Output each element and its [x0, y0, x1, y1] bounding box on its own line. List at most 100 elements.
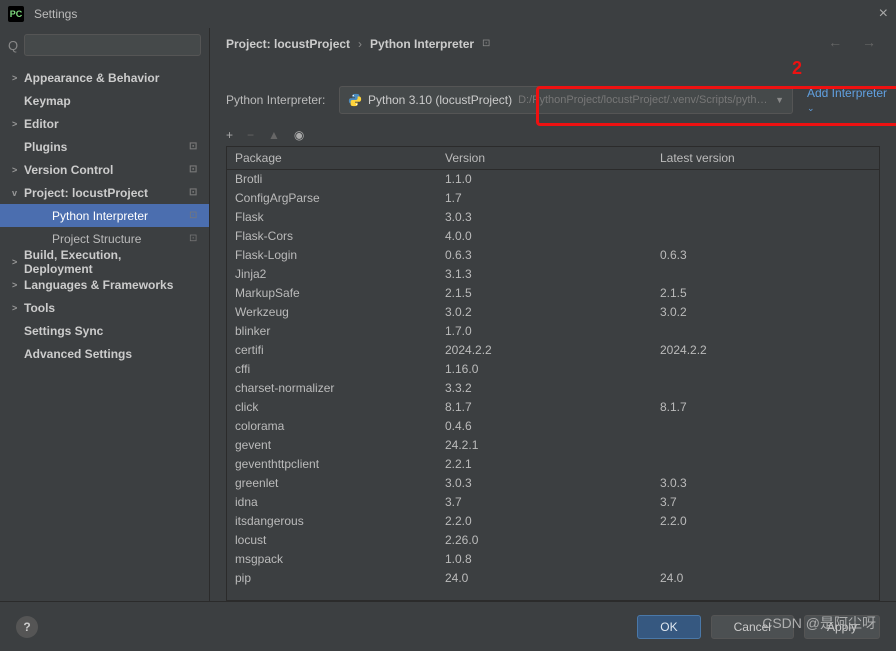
table-row[interactable]: Flask-Login0.6.30.6.3: [227, 246, 879, 265]
dialog-footer: ? OK Cancel Apply: [0, 601, 896, 651]
pkg-name: msgpack: [227, 552, 437, 566]
remove-package-icon[interactable]: −: [247, 128, 254, 142]
sidebar-item-12[interactable]: Advanced Settings: [0, 342, 209, 365]
table-row[interactable]: greenlet3.0.33.0.3: [227, 474, 879, 493]
search-input[interactable]: [24, 34, 201, 56]
table-row[interactable]: MarkupSafe2.1.52.1.5: [227, 284, 879, 303]
sidebar-item-label: Keymap: [24, 94, 189, 108]
sidebar-item-8[interactable]: >Build, Execution, Deployment: [0, 250, 209, 273]
sidebar-item-5[interactable]: vProject: locustProject⊡: [0, 181, 209, 204]
table-row[interactable]: itsdangerous2.2.02.2.0: [227, 512, 879, 531]
pkg-version: 2024.2.2: [437, 343, 652, 357]
reset-icon[interactable]: ⊡: [482, 38, 490, 49]
pkg-version: 1.0.8: [437, 552, 652, 566]
sidebar-item-1[interactable]: Keymap: [0, 89, 209, 112]
pkg-version: 2.1.5: [437, 286, 652, 300]
nav-arrows[interactable]: ← →: [828, 34, 884, 50]
scope-badge-icon: ⊡: [189, 233, 201, 245]
sidebar-item-10[interactable]: >Tools: [0, 296, 209, 319]
table-row[interactable]: Werkzeug3.0.23.0.2: [227, 303, 879, 322]
chevron-right-icon: ›: [358, 37, 362, 51]
pkg-name: click: [227, 400, 437, 414]
tree-arrow-icon: v: [12, 188, 24, 198]
table-row[interactable]: ConfigArgParse1.7: [227, 189, 879, 208]
pkg-name: Flask-Cors: [227, 229, 437, 243]
upgrade-package-icon[interactable]: ▲: [268, 128, 280, 142]
table-row[interactable]: msgpack1.0.8: [227, 550, 879, 569]
crumb-page: Python Interpreter: [370, 37, 474, 51]
header-package[interactable]: Package: [227, 147, 437, 169]
pkg-version: 3.0.3: [437, 210, 652, 224]
cancel-button[interactable]: Cancel: [711, 615, 794, 639]
pkg-latest: 2024.2.2: [652, 343, 879, 357]
scope-badge-icon: [189, 325, 201, 337]
pkg-version: 4.0.0: [437, 229, 652, 243]
sidebar-item-11[interactable]: Settings Sync: [0, 319, 209, 342]
pkg-latest: 24.0: [652, 571, 879, 585]
table-row[interactable]: idna3.73.7: [227, 493, 879, 512]
close-icon[interactable]: ×: [879, 5, 888, 23]
table-row[interactable]: colorama0.4.6: [227, 417, 879, 436]
pkg-version: 1.1.0: [437, 172, 652, 186]
tree-arrow-icon: >: [12, 280, 24, 290]
table-row[interactable]: certifi2024.2.22024.2.2: [227, 341, 879, 360]
table-row[interactable]: Flask-Cors4.0.0: [227, 227, 879, 246]
pkg-version: 3.7: [437, 495, 652, 509]
sidebar-item-label: Build, Execution, Deployment: [24, 248, 189, 276]
breadcrumb: Project: locustProject › Python Interpre…: [210, 28, 896, 60]
crumb-project[interactable]: Project: locustProject: [226, 37, 350, 51]
pkg-latest: 8.1.7: [652, 400, 879, 414]
pkg-latest: 3.7: [652, 495, 879, 509]
pkg-version: 3.0.3: [437, 476, 652, 490]
pkg-version: 1.16.0: [437, 362, 652, 376]
pkg-latest: 2.2.0: [652, 514, 879, 528]
sidebar: Q >Appearance & BehaviorKeymap>EditorPlu…: [0, 28, 210, 601]
scope-badge-icon: ⊡: [189, 141, 201, 153]
table-row[interactable]: Brotli1.1.0: [227, 170, 879, 189]
header-latest[interactable]: Latest version: [652, 147, 879, 169]
scope-badge-icon: [189, 256, 201, 268]
sidebar-item-label: Project Structure: [52, 232, 189, 246]
pkg-name: locust: [227, 533, 437, 547]
help-icon[interactable]: ?: [16, 616, 38, 638]
scope-badge-icon: ⊡: [189, 210, 201, 222]
pkg-name: MarkupSafe: [227, 286, 437, 300]
sidebar-item-label: Tools: [24, 301, 189, 315]
pkg-name: certifi: [227, 343, 437, 357]
pkg-version: 0.6.3: [437, 248, 652, 262]
pkg-name: blinker: [227, 324, 437, 338]
pycharm-icon: PC: [8, 6, 24, 22]
table-row[interactable]: pip24.024.0: [227, 569, 879, 588]
table-row[interactable]: Jinja23.1.3: [227, 265, 879, 284]
sidebar-item-3[interactable]: Plugins⊡: [0, 135, 209, 158]
scope-badge-icon: [189, 72, 201, 84]
table-row[interactable]: cffi1.16.0: [227, 360, 879, 379]
pkg-name: Jinja2: [227, 267, 437, 281]
sidebar-item-2[interactable]: >Editor: [0, 112, 209, 135]
table-row[interactable]: gevent24.2.1: [227, 436, 879, 455]
header-version[interactable]: Version: [437, 147, 652, 169]
sidebar-item-0[interactable]: >Appearance & Behavior: [0, 66, 209, 89]
add-interpreter-link[interactable]: Add Interpreter ⌄: [801, 86, 896, 114]
table-row[interactable]: Flask3.0.3: [227, 208, 879, 227]
show-early-icon[interactable]: ◉: [294, 128, 304, 142]
pkg-name: cffi: [227, 362, 437, 376]
apply-button[interactable]: Apply: [804, 615, 880, 639]
pkg-name: itsdangerous: [227, 514, 437, 528]
table-row[interactable]: locust2.26.0: [227, 531, 879, 550]
python-icon: [348, 93, 362, 107]
pkg-latest: 3.0.3: [652, 476, 879, 490]
table-row[interactable]: geventhttpclient2.2.1: [227, 455, 879, 474]
sidebar-item-9[interactable]: >Languages & Frameworks: [0, 273, 209, 296]
pkg-name: Brotli: [227, 172, 437, 186]
ok-button[interactable]: OK: [637, 615, 700, 639]
table-row[interactable]: click8.1.78.1.7: [227, 398, 879, 417]
table-row[interactable]: blinker1.7.0: [227, 322, 879, 341]
sidebar-item-label: Plugins: [24, 140, 189, 154]
add-package-icon[interactable]: +: [226, 128, 233, 142]
settings-tree: >Appearance & BehaviorKeymap>EditorPlugi…: [0, 62, 209, 601]
sidebar-item-4[interactable]: >Version Control⊡: [0, 158, 209, 181]
table-row[interactable]: charset-normalizer3.3.2: [227, 379, 879, 398]
sidebar-item-6[interactable]: Python Interpreter⊡: [0, 204, 209, 227]
interpreter-select[interactable]: Python 3.10 (locustProject) D:/PythonPro…: [339, 86, 793, 114]
